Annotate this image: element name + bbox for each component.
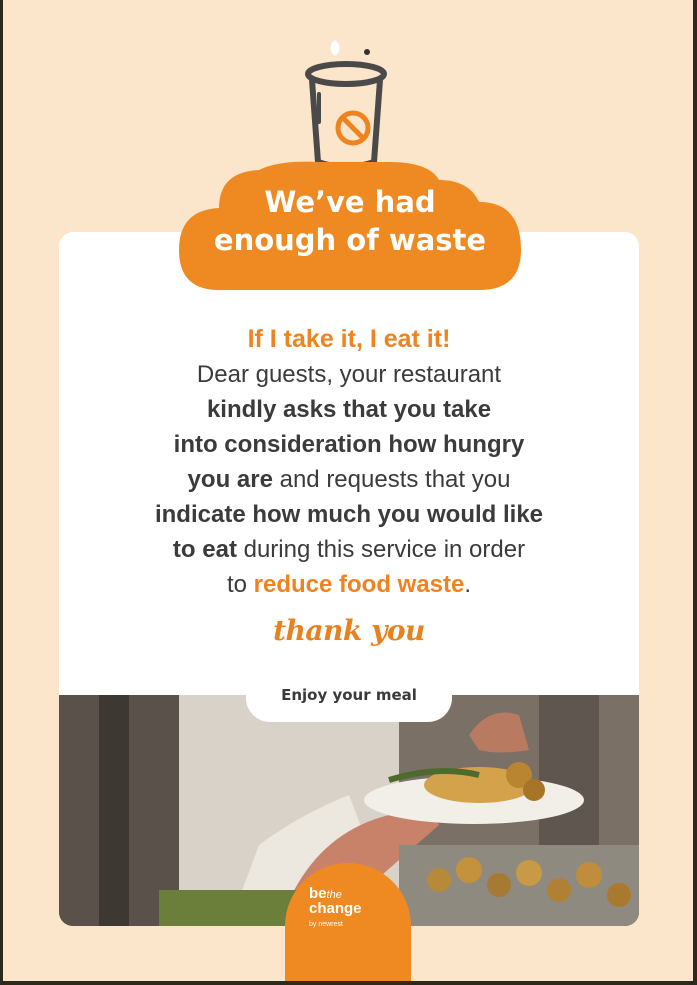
- message-emphasis: you are: [187, 466, 273, 493]
- badge-logo-text: bethe change by newrest: [309, 886, 362, 932]
- message-line: into consideration how hungry: [173, 431, 525, 458]
- message-fragment: and requests that you: [272, 466, 511, 493]
- reduce-food-waste: reduce food waste: [253, 571, 465, 598]
- message-line: to reduce food waste.: [59, 567, 639, 602]
- message-line: Dear guests, your restaurant: [196, 361, 502, 388]
- message-emphasis: to eat: [172, 536, 237, 563]
- message-line: you are and requests that you: [59, 462, 639, 497]
- badge-change: change: [309, 900, 362, 917]
- message-line: to eat during this service in order: [59, 532, 639, 567]
- message-fragment: during this service in order: [236, 536, 526, 563]
- title-line: We’ve had: [264, 185, 436, 219]
- enjoy-your-meal-tab: Enjoy your meal: [246, 672, 452, 722]
- message-fragment: to: [226, 571, 254, 598]
- badge-by: by newrest: [309, 921, 343, 928]
- be-the-change-badge: bethe change by newrest: [285, 863, 411, 981]
- title: We’ve had enough of waste: [179, 183, 521, 259]
- poster: If I take it, I eat it! Dear guests, you…: [3, 0, 693, 981]
- title-line: enough of waste: [213, 223, 487, 257]
- thank-you-script: thank you: [273, 614, 425, 647]
- message-line: kindly asks that you take: [206, 396, 492, 423]
- message-card: If I take it, I eat it! Dear guests, you…: [59, 232, 639, 926]
- headline: If I take it, I eat it!: [247, 325, 451, 353]
- message-body: If I take it, I eat it! Dear guests, you…: [59, 322, 639, 602]
- message-line: indicate how much you would like: [154, 501, 544, 528]
- message-fragment: .: [464, 571, 472, 598]
